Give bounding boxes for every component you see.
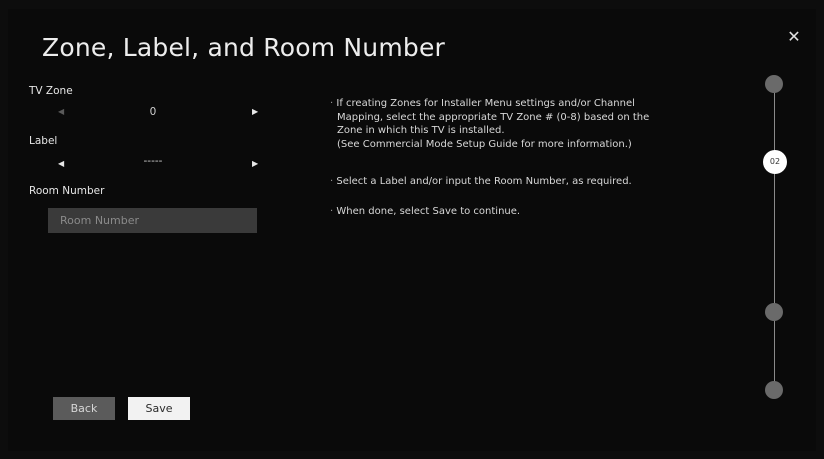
setup-dialog: Zone, Label, and Room Number ✕ TV Zone ◀… [8,9,816,451]
progress-track [774,83,775,391]
help-text: When done, select Save to continue. [336,206,521,217]
label-prev-icon[interactable]: ◀ [58,157,64,171]
label-selector[interactable]: ◀ ----- ▶ [58,155,268,171]
save-button[interactable]: Save [128,397,190,420]
label-value: ----- [143,155,163,167]
help-bullet-zones: · If creating Zones for Installer Menu s… [330,97,710,151]
tv-zone-next-icon[interactable]: ▶ [252,105,258,119]
label-field-label: Label [29,135,58,147]
bullet-marker: · [330,98,334,109]
progress-step-current: 02 [763,150,787,174]
help-text: Mapping, select the appropriate TV Zone … [337,111,650,123]
close-icon[interactable]: ✕ [786,29,802,45]
back-button[interactable]: Back [53,397,115,420]
help-text: Zone in which this TV is installed. [337,125,505,136]
room-number-label: Room Number [29,185,105,197]
tv-zone-label: TV Zone [29,85,73,97]
room-number-input[interactable] [48,208,257,233]
help-text: If creating Zones for Installer Menu set… [336,98,635,109]
page-title: Zone, Label, and Room Number [42,33,446,62]
tv-zone-prev-icon[interactable]: ◀ [58,105,64,119]
help-text: Select a Label and/or input the Room Num… [336,176,632,187]
progress-step-1 [765,75,783,93]
tv-zone-selector[interactable]: ◀ 0 ▶ [58,105,268,119]
label-next-icon[interactable]: ▶ [252,157,258,171]
help-bullet-save: · When done, select Save to continue. [330,205,710,219]
tv-zone-value: 0 [149,106,157,118]
bullet-marker: · [330,176,334,187]
help-bullet-label: · Select a Label and/or input the Room N… [330,175,710,189]
help-text: (See Commercial Mode Setup Guide for mor… [337,138,632,150]
bullet-marker: · [330,206,334,217]
progress-step-3 [765,303,783,321]
progress-step-4 [765,381,783,399]
